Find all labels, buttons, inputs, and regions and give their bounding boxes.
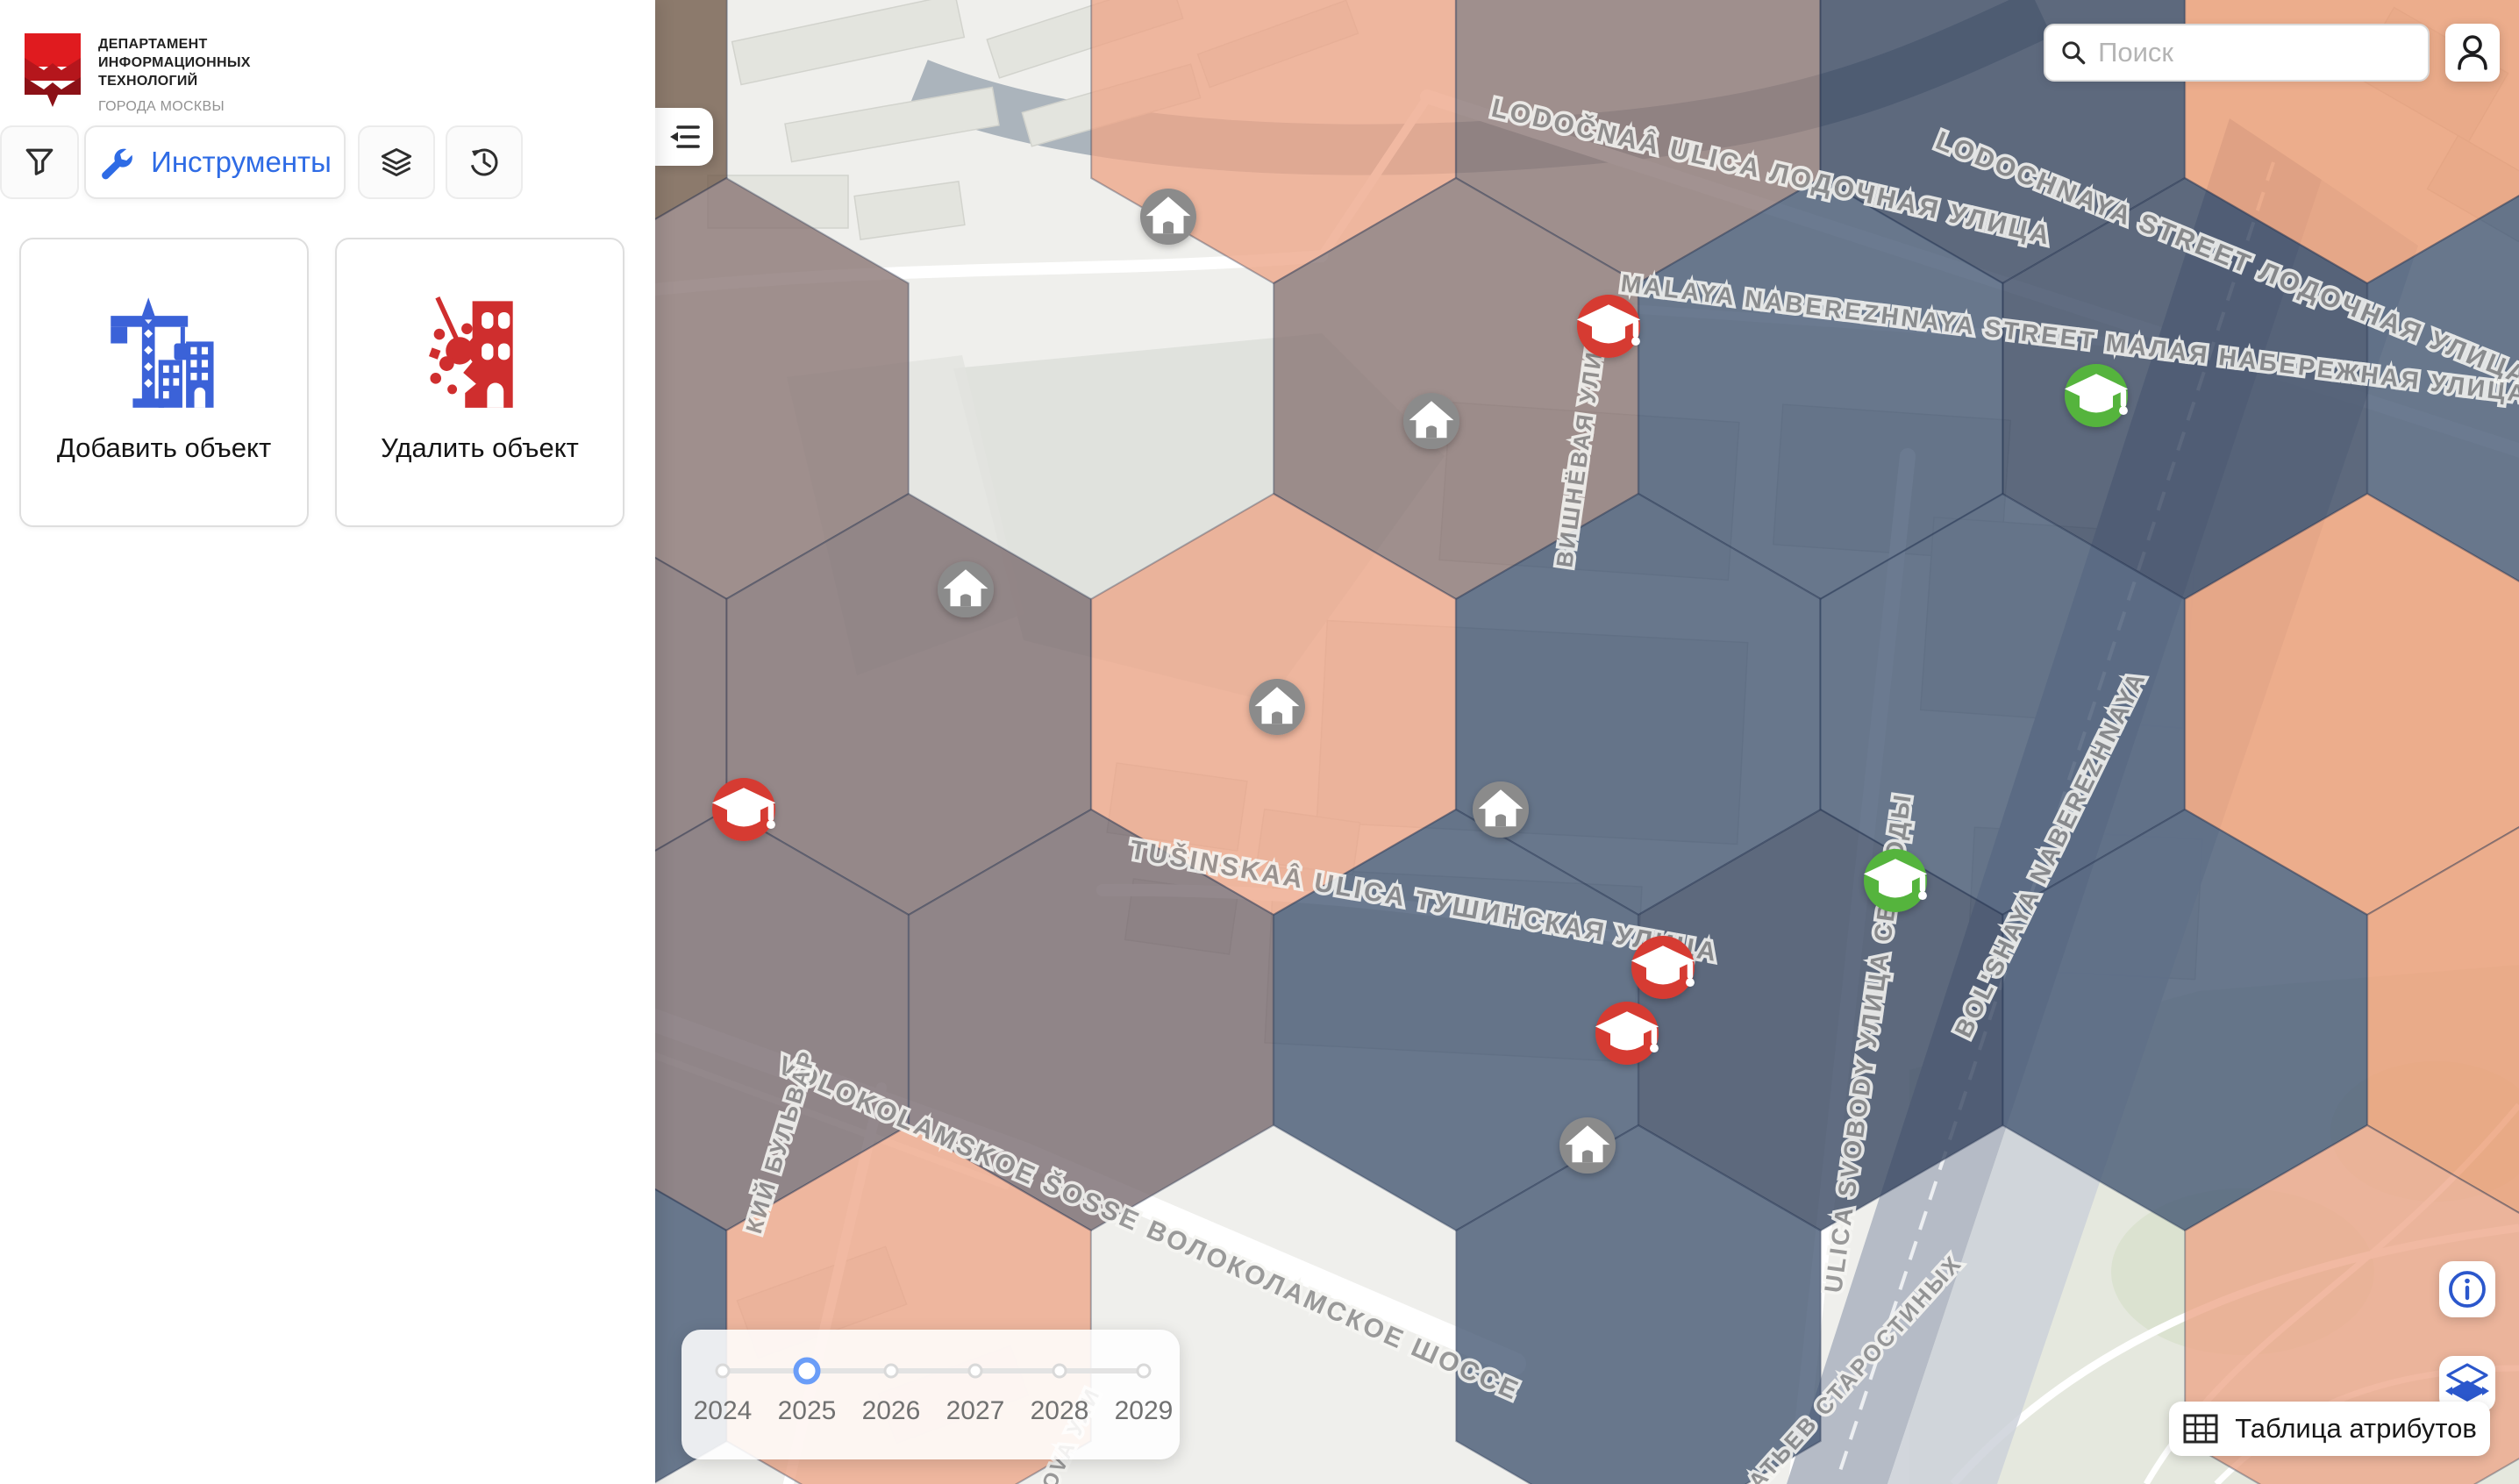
info-icon [2447, 1269, 2487, 1309]
school-marker[interactable] [2065, 364, 2128, 427]
house-marker[interactable] [1559, 1117, 1616, 1174]
timeline-year-2026[interactable]: 2026 [862, 1396, 921, 1426]
table-icon [2182, 1413, 2219, 1445]
timeline-track[interactable] [723, 1368, 1144, 1373]
profile-button[interactable] [2445, 24, 2500, 82]
brand-line: ДЕПАРТАМЕНТ [98, 35, 251, 54]
house-marker[interactable] [1249, 679, 1305, 735]
timeline-year-2028[interactable]: 2028 [1031, 1396, 1089, 1426]
brand-line: ТЕХНОЛОГИЙ [98, 72, 251, 90]
sidebar: ДЕПАРТАМЕНТ ИНФОРМАЦИОННЫХ ТЕХНОЛОГИЙ ГО… [0, 0, 655, 1484]
delete-object-label: Удалить объект [381, 432, 579, 464]
timeline-dot-2027[interactable] [968, 1364, 983, 1379]
add-object-label: Добавить объект [57, 432, 271, 464]
tab-tools-label: Инструменты [151, 146, 332, 179]
brand-subtitle: ГОРОДА МОСКВЫ [98, 99, 251, 115]
house-marker[interactable] [1473, 781, 1529, 838]
timeline-year-2027[interactable]: 2027 [946, 1396, 1005, 1426]
timeline-year-2025[interactable]: 2025 [778, 1396, 837, 1426]
dit-logo [23, 32, 82, 124]
brand-text: ДЕПАРТАМЕНТ ИНФОРМАЦИОННЫХ ТЕХНОЛОГИЙ ГО… [98, 35, 251, 115]
timeline-year-2029[interactable]: 2029 [1115, 1396, 1174, 1426]
collapse-panel-icon [667, 121, 702, 153]
school-marker[interactable] [712, 778, 775, 841]
tab-tools[interactable]: Инструменты [84, 125, 346, 199]
tab-filter[interactable] [0, 125, 79, 199]
delete-object-card[interactable]: Удалить объект [335, 238, 624, 527]
school-marker[interactable] [1631, 936, 1695, 999]
brand-line: ИНФОРМАЦИОННЫХ [98, 54, 251, 72]
map-svg: LODOČNAÂ ULICA ЛОДОЧНАЯ УЛИЦАLODOCHNAYA … [655, 0, 2519, 1484]
tab-history[interactable] [446, 125, 523, 199]
house-marker[interactable] [1403, 393, 1459, 449]
hex-layers-icon [2444, 1362, 2490, 1406]
tab-layers[interactable] [358, 125, 435, 199]
attribute-table-button[interactable]: Таблица атрибутов [2169, 1402, 2490, 1456]
user-icon [2454, 33, 2491, 72]
house-marker[interactable] [938, 561, 994, 617]
search-bar [2044, 24, 2430, 82]
school-marker[interactable] [1595, 1002, 1659, 1065]
timeline-dot-2026[interactable] [884, 1364, 899, 1379]
timeline-dot-2028[interactable] [1053, 1364, 1067, 1379]
timeline-year-2024[interactable]: 2024 [694, 1396, 753, 1426]
house-marker[interactable] [1140, 189, 1196, 245]
history-clock-icon [467, 146, 501, 179]
map-canvas[interactable]: LODOČNAÂ ULICA ЛОДОЧНАЯ УЛИЦАLODOCHNAYA … [655, 0, 2519, 1484]
wrench-icon [98, 144, 135, 181]
timeline-panel: 2024 2025 2026 2027 2028 2029 [681, 1330, 1180, 1459]
demolition-icon [421, 294, 539, 411]
search-icon [2059, 37, 2087, 68]
search-input[interactable] [2098, 37, 2414, 68]
timeline-dot-2029[interactable] [1137, 1364, 1152, 1379]
timeline-dot-2024[interactable] [716, 1364, 731, 1379]
filter-icon [24, 146, 55, 178]
add-object-card[interactable]: Добавить объект [19, 238, 309, 527]
info-button[interactable] [2439, 1261, 2495, 1317]
timeline-dot-2025[interactable] [794, 1358, 821, 1385]
collapse-panel-button[interactable] [655, 108, 713, 166]
crane-building-icon [105, 294, 223, 411]
school-marker[interactable] [1577, 295, 1640, 358]
layers-icon [380, 146, 413, 178]
school-marker[interactable] [1864, 849, 1927, 912]
attribute-table-label: Таблица атрибутов [2235, 1413, 2477, 1445]
